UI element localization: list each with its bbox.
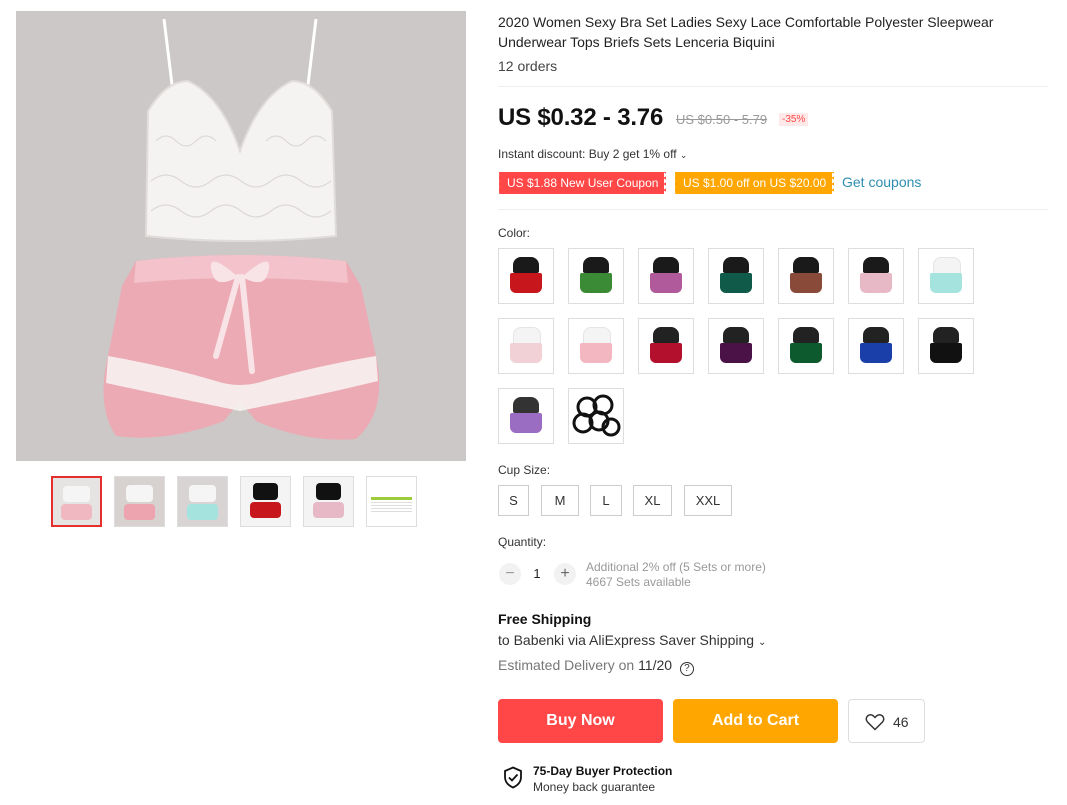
size-option-l[interactable]: L [590, 485, 622, 516]
color-swatch-2[interactable] [568, 248, 624, 304]
estimated-delivery: Estimated Delivery on 11/20 ? [498, 657, 694, 676]
color-swatch-14[interactable] [918, 318, 974, 374]
instant-discount[interactable]: Instant discount: Buy 2 get 1% off ⌄ [498, 147, 687, 161]
cup-size-label: Cup Size: [498, 463, 551, 477]
quantity-increment-button[interactable]: + [554, 563, 576, 585]
color-swatch-16[interactable] [568, 388, 624, 444]
shield-check-icon [504, 766, 522, 789]
color-swatch-12[interactable] [778, 318, 834, 374]
main-product-image[interactable] [16, 11, 466, 461]
color-swatch-3[interactable] [638, 248, 694, 304]
color-swatch-9[interactable] [568, 318, 624, 374]
thumbnail-4[interactable] [240, 476, 291, 527]
color-swatch-10[interactable] [638, 318, 694, 374]
thumbnail-1[interactable] [51, 476, 102, 527]
thumbnail-2[interactable] [114, 476, 165, 527]
quantity-decrement-button[interactable]: − [499, 563, 521, 585]
shipping-title: Free Shipping [498, 611, 592, 627]
new-user-coupon[interactable]: US $1.88 New User Coupon [496, 172, 669, 194]
delivery-date: 11/20 [638, 657, 673, 673]
thumbnail-6-size-chart[interactable] [366, 476, 417, 527]
delivery-label: Estimated Delivery on [498, 657, 635, 673]
heart-icon [865, 714, 885, 731]
help-icon[interactable]: ? [679, 662, 694, 676]
order-count: 12 orders [498, 58, 558, 74]
divider [498, 209, 1048, 210]
stock-available: 4667 Sets available [586, 575, 691, 589]
original-price: US $0.50 - 5.79 [676, 112, 768, 127]
wishlist-count: 46 [893, 714, 909, 730]
add-to-cart-button[interactable]: Add to Cart [673, 699, 838, 743]
color-swatch-6[interactable] [848, 248, 904, 304]
size-option-xl[interactable]: XL [633, 485, 672, 516]
get-coupons-link[interactable]: Get coupons [842, 174, 921, 190]
color-swatch-13[interactable] [848, 318, 904, 374]
color-swatch-11[interactable] [708, 318, 764, 374]
buy-now-button[interactable]: Buy Now [498, 699, 663, 743]
chevron-down-icon: ⌄ [679, 150, 688, 160]
product-title: 2020 Women Sexy Bra Set Ladies Sexy Lace… [498, 14, 994, 50]
color-label: Color: [498, 226, 531, 240]
size-option-s[interactable]: S [498, 485, 529, 516]
quantity-value[interactable]: 1 [530, 566, 544, 581]
thumbnail-strip [51, 476, 417, 527]
thumbnail-5[interactable] [303, 476, 354, 527]
thumbnail-3[interactable] [177, 476, 228, 527]
buyer-protection-subtitle: Money back guarantee [533, 780, 656, 794]
quantity-label: Quantity: [498, 535, 547, 549]
divider [498, 86, 1048, 87]
shipping-method-text: to Babenki via AliExpress Saver Shipping [498, 632, 755, 648]
store-coupon[interactable]: US $1.00 off on US $20.00 [672, 172, 837, 194]
bulk-discount-note: Additional 2% off (5 Sets or more) [586, 560, 766, 574]
chevron-down-icon: ⌄ [757, 637, 767, 648]
buyer-protection-title: 75-Day Buyer Protection [533, 764, 673, 778]
size-option-xxl[interactable]: XXL [684, 485, 732, 516]
wishlist-button[interactable]: 46 [848, 699, 925, 743]
color-swatch-7[interactable] [918, 248, 974, 304]
instant-discount-text: Instant discount: Buy 2 get 1% off [498, 147, 677, 161]
shipping-method[interactable]: to Babenki via AliExpress Saver Shipping… [498, 632, 766, 648]
color-swatch-1[interactable] [498, 248, 554, 304]
color-swatch-15[interactable] [498, 388, 554, 444]
color-swatch-4[interactable] [708, 248, 764, 304]
current-price: US $0.32 - 3.76 [498, 104, 664, 131]
color-swatch-8[interactable] [498, 318, 554, 374]
color-swatch-5[interactable] [778, 248, 834, 304]
size-option-m[interactable]: M [541, 485, 579, 516]
discount-badge: -35% [779, 113, 809, 126]
